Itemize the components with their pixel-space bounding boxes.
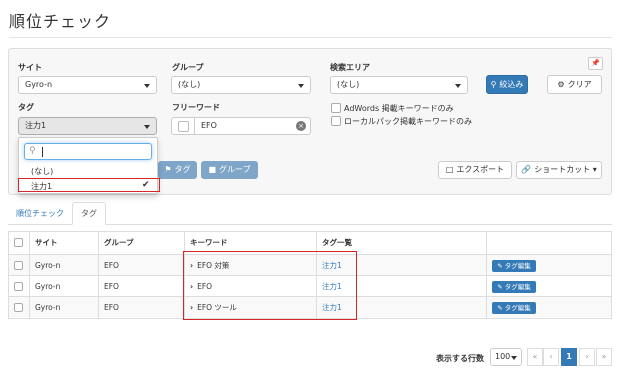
search-button[interactable]: ⚲ 絞込み <box>486 75 528 94</box>
pager-prev[interactable]: ‹ <box>543 348 559 366</box>
pager-last[interactable]: » <box>596 348 612 366</box>
tag-edit-button[interactable]: ✎ タグ編集 <box>492 260 536 272</box>
chevron-down-icon <box>455 84 461 88</box>
column-divider <box>29 232 30 318</box>
adwords-only-checkbox[interactable] <box>331 103 341 113</box>
clear-button[interactable]: ⚙ クリア <box>547 75 602 94</box>
tag-icon: ⚑ <box>164 165 172 174</box>
localpack-only-label: ローカルパック掲載キーワードのみ <box>344 117 472 126</box>
shortcut-button-label: ショートカット <box>534 165 591 174</box>
row-site: Gyro-n <box>35 282 61 291</box>
adwords-only-label: AdWords 掲載キーワードのみ <box>344 104 454 113</box>
chevron-down-icon <box>144 84 150 88</box>
pager-next[interactable]: › <box>579 348 595 366</box>
shortcut-button[interactable]: 🔗 ショートカット ▾ <box>516 161 602 179</box>
search-button-label: 絞込み <box>499 80 524 89</box>
folder-icon: ■ <box>208 165 217 174</box>
per-page-select[interactable]: 100 <box>490 348 522 366</box>
row-site: Gyro-n <box>35 303 61 312</box>
gear-icon: ⚙ <box>557 80 565 89</box>
chevron-down-icon <box>511 356 517 360</box>
link-icon: 🔗 <box>521 165 532 174</box>
pager-first[interactable]: « <box>527 348 543 366</box>
file-icon: □ <box>445 165 454 174</box>
chevron-down-icon <box>298 84 304 88</box>
row-group: EFO <box>104 261 119 270</box>
column-header-site: サイト <box>35 238 58 247</box>
row-site: Gyro-n <box>35 261 61 270</box>
column-divider <box>486 232 487 318</box>
row-group: EFO <box>104 303 119 312</box>
row-group: EFO <box>104 282 119 291</box>
dropdown-option-none[interactable]: (なし) <box>31 166 53 177</box>
select-all-checkbox[interactable] <box>14 238 23 247</box>
localpack-only-checkbox[interactable] <box>331 116 341 126</box>
column-header-tags: タグ一覧 <box>322 238 352 247</box>
tag-select-value: 注力1 <box>25 121 47 130</box>
area-select-value: (なし) <box>337 80 360 89</box>
clear-icon[interactable]: × <box>296 121 306 131</box>
group-button-label: グループ <box>219 165 251 174</box>
area-label: 検索エリア <box>330 63 370 72</box>
group-select[interactable]: (なし) <box>171 76 311 94</box>
check-icon: ✔ <box>142 180 150 190</box>
page-title: 順位チェック <box>9 12 112 31</box>
tag-edit-label: タグ編集 <box>504 262 531 270</box>
group-button[interactable]: ■ グループ <box>201 161 258 179</box>
selected-option-highlight <box>18 178 160 192</box>
tag-button[interactable]: ⚑ タグ <box>158 161 197 179</box>
freeword-label: フリーワード <box>172 103 220 112</box>
per-page-value: 100 <box>495 352 511 361</box>
row-checkbox[interactable] <box>14 282 23 291</box>
row-checkbox[interactable] <box>14 303 23 312</box>
tab-rank-check[interactable]: 順位チェック <box>16 208 64 219</box>
row-checkbox[interactable] <box>14 261 23 270</box>
column-header-group: グループ <box>104 238 134 247</box>
text-cursor <box>42 147 43 157</box>
tag-edit-label: タグ編集 <box>504 304 531 312</box>
site-label: サイト <box>18 63 42 72</box>
search-icon: ⚲ <box>490 80 497 89</box>
pager-current[interactable]: 1 <box>561 348 577 366</box>
tag-button-label: タグ <box>174 165 191 174</box>
tag-select[interactable]: 注力1 <box>18 117 157 135</box>
area-select[interactable]: (なし) <box>330 76 468 94</box>
tab-tags[interactable]: タグ <box>72 202 106 225</box>
pin-icon[interactable]: 📌 <box>588 57 603 70</box>
site-select-value: Gyro-n <box>25 80 53 89</box>
freeword-separator <box>194 118 195 134</box>
search-icon: ⚲ <box>29 146 36 156</box>
tag-edit-label: タグ編集 <box>504 283 531 291</box>
clear-button-label: クリア <box>567 80 592 89</box>
site-select[interactable]: Gyro-n <box>18 76 157 94</box>
chevron-down-icon <box>144 125 150 129</box>
group-select-value: (なし) <box>178 80 201 89</box>
freeword-field[interactable]: EFO × <box>171 117 311 135</box>
column-header-keyword: キーワード <box>190 238 228 247</box>
export-button-label: エクスポート <box>456 165 505 174</box>
freeword-value: EFO <box>201 121 217 130</box>
tag-edit-button[interactable]: ✎ タグ編集 <box>492 302 536 314</box>
tag-edit-button[interactable]: ✎ タグ編集 <box>492 281 536 293</box>
export-button[interactable]: □ エクスポート <box>438 161 512 179</box>
column-divider <box>98 232 99 318</box>
per-page-label: 表示する行数 <box>436 354 484 363</box>
group-label: グループ <box>172 63 204 72</box>
annotation-highlight-box <box>183 251 357 320</box>
title-divider <box>9 37 612 38</box>
tag-label: タグ <box>18 103 34 112</box>
dropdown-search-input[interactable]: ⚲ <box>24 143 152 160</box>
freeword-toggle-checkbox[interactable] <box>178 121 189 132</box>
